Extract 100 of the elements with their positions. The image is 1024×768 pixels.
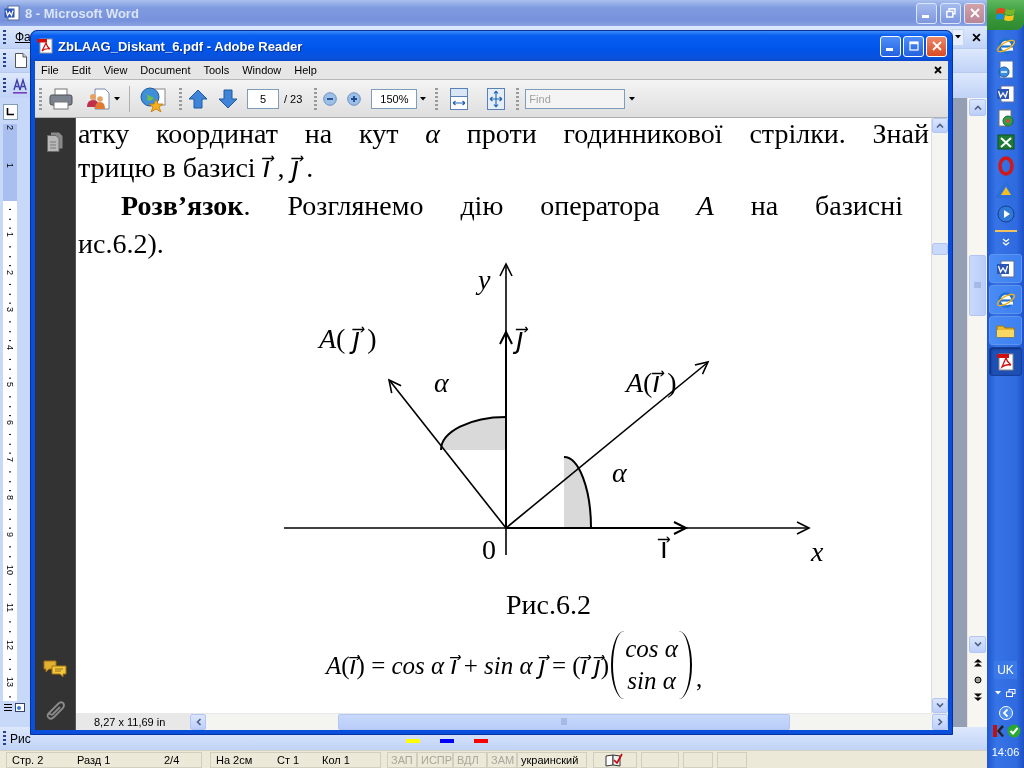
speech-bubbles-icon[interactable] xyxy=(43,660,67,678)
close-icon[interactable] xyxy=(934,66,942,74)
maximize-icon xyxy=(908,41,919,51)
scroll-left-button[interactable] xyxy=(190,713,206,730)
ruler-number: 11 xyxy=(4,602,16,614)
ruler-number: 6 xyxy=(4,419,16,426)
check-circle-icon[interactable] xyxy=(1006,724,1021,738)
down-arrow-icon[interactable] xyxy=(218,88,238,109)
caret-icon[interactable] xyxy=(114,96,120,101)
spelling-book-icon[interactable] xyxy=(605,752,623,767)
zoom-out-icon[interactable] xyxy=(323,91,338,106)
menu-item[interactable]: Edit xyxy=(71,64,91,76)
word-document-icon xyxy=(995,258,1016,279)
browser-icon[interactable] xyxy=(995,36,1016,56)
restore-icon[interactable] xyxy=(1006,689,1016,697)
styles-icon[interactable] xyxy=(13,77,27,94)
status-indicator: Ст 1 xyxy=(272,751,317,768)
scrollbar-thumb[interactable] xyxy=(932,243,948,255)
people-document-icon[interactable] xyxy=(86,87,110,110)
page-size-label: 8,27 x 11,69 in xyxy=(94,715,167,728)
font-color-swatch-icon[interactable] xyxy=(473,739,488,743)
menu-item[interactable]: Фа xyxy=(15,30,31,44)
fit-width-icon[interactable] xyxy=(450,87,469,110)
web-view-icon[interactable] xyxy=(15,703,25,712)
toolbar-grip[interactable] xyxy=(516,87,520,110)
word-document-icon[interactable] xyxy=(995,84,1016,104)
tab-stop-icon xyxy=(6,108,14,116)
pages-icon[interactable] xyxy=(47,132,63,152)
ruler-number: 9 xyxy=(4,531,16,539)
toolbar-grip[interactable] xyxy=(3,731,6,746)
double-up-arrow-icon xyxy=(973,658,982,667)
page-number-field[interactable]: 5 xyxy=(247,88,279,109)
toolbar-grip[interactable] xyxy=(3,78,6,93)
fit-page-icon[interactable] xyxy=(487,87,506,110)
toolbar-grip[interactable] xyxy=(3,53,6,68)
close-icon[interactable] xyxy=(972,32,981,42)
menu-item[interactable]: Help xyxy=(294,64,317,76)
window-title: 8 - Microsoft Word xyxy=(25,5,139,21)
vector-entry: sin α xyxy=(627,666,676,696)
zoom-in-icon[interactable] xyxy=(347,91,362,106)
toolbar-grip[interactable] xyxy=(435,87,439,110)
normal-view-icon[interactable] xyxy=(3,703,13,712)
menu-item[interactable]: File xyxy=(41,64,59,76)
scroll-right-button[interactable] xyxy=(932,713,948,730)
formula-text: , xyxy=(695,665,703,693)
toolbar-grip[interactable] xyxy=(314,87,318,110)
ruler-number: 7 xyxy=(4,456,16,464)
find-field[interactable]: Find xyxy=(525,88,626,109)
zoom-dropdown[interactable]: 150% xyxy=(371,88,418,109)
toolbar-grip[interactable] xyxy=(39,87,42,110)
tab-selector-button[interactable] xyxy=(2,104,18,120)
grip-lines-icon xyxy=(974,282,981,289)
page-browser-icon[interactable] xyxy=(995,60,1016,80)
taskbar-button[interactable] xyxy=(989,254,1022,283)
scroll-down-button[interactable] xyxy=(969,636,986,653)
show-hidden-icons-icon[interactable] xyxy=(998,706,1013,720)
close-icon xyxy=(969,8,980,18)
formula-text: A(i⃗) = cos α i⃗ + sin α j⃗ = (i⃗ j⃗) xyxy=(326,650,610,680)
play-icon[interactable] xyxy=(995,204,1016,224)
ruler-number: 10 xyxy=(4,564,16,576)
origin-label: 0 xyxy=(482,535,496,565)
drawing-menu-button[interactable]: Рис xyxy=(10,731,31,746)
taskbar-button[interactable] xyxy=(989,347,1022,376)
globe-star-icon[interactable] xyxy=(139,85,167,112)
status-indicator: ЗАП xyxy=(387,751,417,768)
ruler-number: 1 xyxy=(4,161,16,169)
fill-color-swatch-icon[interactable] xyxy=(405,739,420,743)
taskbar-button[interactable] xyxy=(989,285,1022,314)
vector-entry: cos α xyxy=(625,634,678,664)
scroll-up-button[interactable] xyxy=(969,99,986,116)
caret-icon[interactable] xyxy=(420,96,427,101)
double-down-arrow-icon xyxy=(973,692,982,701)
menu-item[interactable]: Document xyxy=(140,64,191,76)
print-icon[interactable] xyxy=(49,87,73,110)
axis-label: x xyxy=(811,537,824,567)
shield-icon[interactable] xyxy=(990,724,1005,738)
circle-icon xyxy=(973,675,982,684)
caret-icon[interactable] xyxy=(629,96,636,101)
page-disc-icon[interactable] xyxy=(995,108,1016,128)
start-button[interactable] xyxy=(987,0,1024,30)
toolbar-grip[interactable] xyxy=(3,29,6,45)
scroll-up-button[interactable] xyxy=(932,118,948,133)
scrollbar-thumb[interactable] xyxy=(969,255,986,316)
chevron-icon[interactable] xyxy=(1000,238,1011,246)
menu-item[interactable]: Tools xyxy=(203,64,230,76)
menu-item[interactable]: View xyxy=(103,64,128,76)
caret-icon xyxy=(955,35,961,39)
grip-lines-icon xyxy=(560,718,568,725)
scrollbar-thumb[interactable] xyxy=(338,713,790,730)
new-document-icon[interactable] xyxy=(15,53,27,68)
line-color-swatch-icon[interactable] xyxy=(439,739,454,743)
toolbar-grip[interactable] xyxy=(179,87,182,110)
maximize-button[interactable] xyxy=(903,35,924,57)
language-indicator[interactable]: UK xyxy=(994,661,1017,679)
scroll-down-button[interactable] xyxy=(932,698,948,713)
minimize-icon xyxy=(921,15,929,18)
spreadsheet-icon[interactable] xyxy=(995,132,1016,152)
menu-item[interactable]: Window xyxy=(242,64,282,76)
menu-dropdown-button[interactable] xyxy=(952,28,964,46)
up-arrow-icon[interactable] xyxy=(188,88,208,109)
